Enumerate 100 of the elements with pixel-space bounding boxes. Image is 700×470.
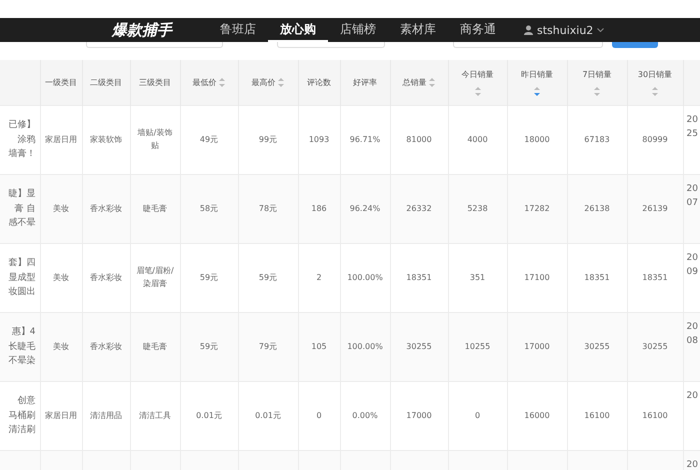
product-name: 涂鸦 [16,134,36,147]
date-text: 20 [686,183,696,196]
caret-icon[interactable] [597,28,604,32]
table-cell: 17282 [524,204,550,213]
product-name: 长睫毛 [8,340,36,354]
table-cell: 30255 [642,342,668,351]
column-header: 三级类目 [139,78,171,87]
date-text: 20 [686,321,696,334]
table-cell: 17000 [524,342,550,351]
table-cell: 16100 [642,410,668,420]
table-cell: 0.01元 [255,410,281,420]
table-cell: 17000 [406,410,432,420]
nav-tab[interactable]: 鲁班店 [208,18,268,42]
nav-tab[interactable]: 商务通 [448,18,508,42]
column-header: 昨日销量 [520,69,554,80]
table-cell: 0.00% [352,410,378,420]
product-name: 马桶刷 [8,410,36,423]
column-header: 好评率 [353,78,377,87]
sort-icon[interactable] [534,86,540,96]
table-cell: 睫毛膏 [143,342,167,351]
table-cell: 59元 [200,272,218,282]
table-cell: 67183 [584,134,610,144]
search-field[interactable] [453,42,603,48]
table-cell: 2 [316,272,322,282]
nav-tab[interactable]: 店铺榜 [328,18,388,42]
table-cell: 1093 [308,134,330,144]
table-cell: 59元 [200,342,218,351]
table-cell: 78元 [258,204,278,213]
search-field[interactable] [86,42,223,48]
product-name: 妆圆出 [8,286,36,300]
table-cell: 99元 [258,134,278,144]
column-header: 一级类目 [45,78,77,87]
table-cell: 26138 [584,204,610,213]
table-cell: 18000 [524,134,550,144]
table-cell: 家居日用 [45,134,77,144]
date-text: 20 [686,252,696,265]
table-cell: 美妆 [53,342,69,351]
date-text: 20 [686,459,696,470]
table-cell: 30255 [584,342,610,351]
product-name: 睫】显 [8,188,36,202]
username[interactable]: stshuixiu2 [537,24,594,36]
table-cell: 眉笔/眉粉/染眉膏 [136,266,174,288]
product-name: 显成型 [8,272,36,285]
sort-icon[interactable] [219,78,226,88]
column-header: 最高价 [252,78,276,87]
table-cell: 96.71% [350,134,380,144]
column-header: 7日销量 [581,69,613,80]
table-cell: 59元 [258,272,278,282]
table-cell: 墙贴/装饰贴 [138,128,172,150]
table-cell: 26139 [642,204,668,213]
table-cell: 美妆 [53,204,69,213]
table-cell: 100.00% [347,342,383,351]
nav-tab[interactable]: 素材库 [388,18,448,42]
table-cell: 18351 [642,272,668,282]
column-header: 30日销量 [636,69,674,80]
table-cell: 香水彩妆 [90,204,122,213]
date-text: 20 [686,114,696,127]
table-cell: 79元 [258,342,278,351]
product-name: 已修】 [8,118,36,132]
column-header: 评论数 [307,78,331,87]
sort-icon[interactable] [652,86,658,96]
product-name: 墙膏！ [8,148,36,162]
table-cell: 58元 [200,204,218,213]
column-header: 最低价 [192,78,217,87]
table-cell: 0 [316,410,322,420]
table-cell: 美妆 [53,272,69,282]
table-cell: 0 [474,410,480,420]
table-cell: 351 [470,272,486,282]
product-name: 清洁刷 [8,424,36,438]
date-text: 08 [686,335,696,348]
sort-icon[interactable] [278,78,284,88]
table-cell: 清洁用品 [90,410,122,420]
table-cell: 0.01元 [196,410,222,420]
table-cell: 清洁工具 [139,410,171,420]
logo[interactable]: 爆款捕手 [112,18,208,42]
table-cell: 18351 [584,272,610,282]
table-cell: 18351 [406,272,432,282]
product-name: 创意 [16,394,36,408]
table-cell: 家装软饰 [90,134,122,144]
table-cell: 香水彩妆 [90,272,122,282]
product-name: 感不晕 [8,216,36,230]
table-cell: 100.00% [347,272,383,282]
column-header: 今日销量 [460,69,494,80]
table-cell: 81000 [406,134,432,144]
sort-icon[interactable] [429,78,436,88]
table-cell: 睫毛膏 [143,204,167,213]
table-cell: 49元 [200,134,218,144]
search-button[interactable] [612,42,658,48]
product-name: 膏 自 [14,202,36,216]
sort-icon[interactable] [474,86,480,96]
product-name: 惠】4 [10,326,36,340]
table-cell: 4000 [467,134,488,144]
table-cell: 80999 [642,134,668,144]
product-name: 套】四 [8,256,36,270]
table-cell: 10255 [464,342,490,351]
date-text: 20 [686,390,696,403]
table-cell: 186 [311,204,327,213]
search-field[interactable] [277,42,385,48]
sort-icon[interactable] [594,86,600,96]
table-cell: 5238 [467,204,488,213]
